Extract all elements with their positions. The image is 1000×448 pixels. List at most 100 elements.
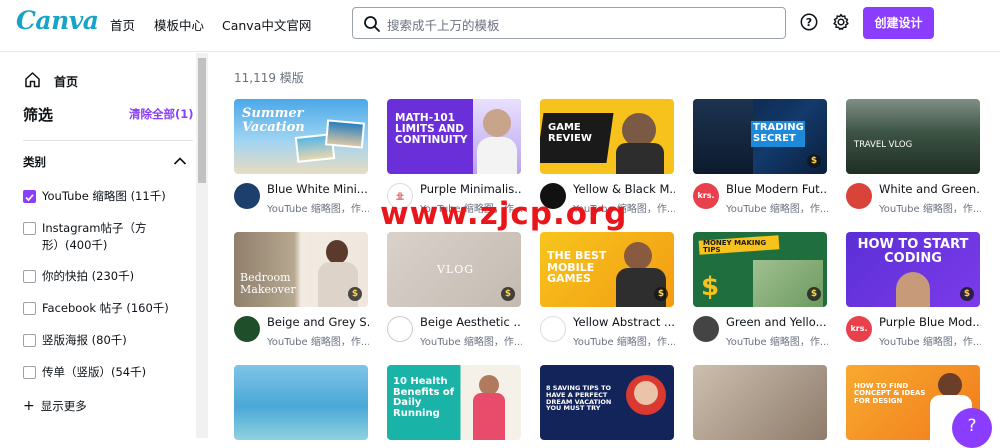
nav-template-center[interactable]: 模板中心 bbox=[154, 15, 204, 34]
thumbnail-text: 10 Health Benefits of Daily Running bbox=[393, 376, 455, 419]
option-label: 传单（竖版）(54千) bbox=[42, 365, 147, 379]
thumbnail-text: 8 SAVING TIPS TO HAVE A PERFECT DREAM VA… bbox=[546, 384, 612, 413]
thumbnail-text: MATH-101 LIMITS AND CONTINUITY bbox=[395, 112, 468, 147]
thumbnail-text: MONEY MAKING TIPS bbox=[703, 239, 767, 255]
thumbnail-text: VLOG bbox=[437, 263, 475, 276]
thumbnail-text: Bedroom Makeover bbox=[240, 271, 296, 296]
result-count: 11,119 模版 bbox=[234, 71, 304, 85]
check-icon bbox=[25, 194, 34, 202]
checkbox[interactable] bbox=[23, 302, 36, 315]
create-design-button[interactable]: 创建设计 bbox=[863, 7, 934, 39]
template-thumbnail[interactable]: GAME REVIEW bbox=[540, 99, 674, 174]
template-thumbnail[interactable]: MONEY MAKING TIPS $ $ bbox=[693, 232, 827, 307]
card-subtitle: YouTube 缩略图，作... bbox=[573, 337, 675, 348]
creator-avatar[interactable] bbox=[693, 316, 719, 342]
card-subtitle: YouTube 缩略图，作... bbox=[420, 337, 522, 348]
card-subtitle: YouTube 缩略图，作... bbox=[267, 337, 369, 348]
template-thumbnail[interactable]: MATH-101 LIMITS AND CONTINUITY bbox=[387, 99, 521, 174]
card-subtitle: YouTube 缩略图，作... bbox=[726, 337, 828, 348]
card-subtitle: YouTube 缩略图，作... bbox=[879, 337, 981, 348]
creator-avatar[interactable] bbox=[540, 316, 566, 342]
thumbnail-text: HOW TO FIND CONCEPT & IDEAS FOR DESIGN bbox=[854, 382, 926, 405]
thumbnail-text: THE BEST MOBILE GAMES bbox=[547, 249, 607, 286]
thumbnail-text: HOW TO START CODING bbox=[857, 237, 969, 266]
template-thumbnail[interactable]: Summer Vacation bbox=[234, 99, 368, 174]
template-thumbnail[interactable]: TRADING SECRET $ bbox=[693, 99, 827, 174]
option-label: Facebook 帖子 (160千) bbox=[42, 301, 169, 315]
template-results: 11,119 模版 Summer Vacation Blue White Min… bbox=[208, 53, 1000, 440]
thumbnail-text: GAME REVIEW bbox=[548, 122, 592, 144]
help-icon[interactable]: ? bbox=[800, 13, 818, 31]
card-subtitle: YouTube 缩略图，作... bbox=[879, 204, 981, 215]
card-title[interactable]: Purple Minimalis... bbox=[420, 182, 522, 196]
card-title[interactable]: Yellow Abstract ... bbox=[573, 315, 675, 329]
checkbox[interactable] bbox=[23, 334, 36, 347]
help-chat-button[interactable]: ? bbox=[952, 408, 992, 448]
option-label: Instagram帖子（方形）(400千) bbox=[42, 221, 147, 252]
canva-logo[interactable]: Canva bbox=[16, 6, 99, 35]
template-thumbnail[interactable]: HOW TO START CODING $ bbox=[846, 232, 980, 307]
template-thumbnail[interactable]: THE BEST MOBILE GAMES $ bbox=[540, 232, 674, 307]
card-title[interactable]: Beige and Grey S... bbox=[267, 315, 369, 329]
home-icon[interactable] bbox=[24, 71, 41, 88]
search-input[interactable]: 搜索成千上万的模板 bbox=[352, 7, 786, 39]
category-heading[interactable]: 类别 bbox=[23, 154, 46, 170]
show-more-label: 显示更多 bbox=[40, 399, 87, 413]
search-placeholder: 搜索成千上万的模板 bbox=[387, 18, 500, 33]
watermark-text: www.zjcp.org bbox=[380, 196, 628, 232]
pro-badge-icon: $ bbox=[348, 287, 362, 301]
settings-gear-icon[interactable] bbox=[832, 13, 850, 31]
show-more-button[interactable]: + 显示更多 bbox=[23, 398, 87, 414]
svg-text:?: ? bbox=[806, 16, 812, 29]
thumbnail-text: Summer Vacation bbox=[242, 106, 305, 135]
plus-icon: + bbox=[23, 398, 35, 414]
card-subtitle: YouTube 缩略图，作... bbox=[267, 204, 369, 215]
divider bbox=[23, 140, 193, 141]
clear-all-button[interactable]: 清除全部(1) bbox=[129, 106, 194, 122]
top-header: Canva 首页 模板中心 Canva中文官网 搜索成千上万的模板 ? 创建设计 bbox=[0, 0, 1000, 52]
checkbox[interactable] bbox=[23, 270, 36, 283]
thumbnail-text: TRAVEL VLOG bbox=[854, 140, 913, 150]
option-label: 你的快拍 (230千) bbox=[42, 269, 135, 283]
pro-badge-icon: $ bbox=[654, 287, 668, 301]
creator-avatar[interactable]: krs. bbox=[846, 316, 872, 342]
option-label: 竖版海报 (80千) bbox=[42, 333, 127, 347]
card-title[interactable]: White and Green... bbox=[879, 182, 981, 196]
template-thumbnail[interactable] bbox=[693, 365, 827, 440]
card-title[interactable]: Green and Yello... bbox=[726, 315, 828, 329]
pro-badge-icon: $ bbox=[501, 287, 515, 301]
chevron-up-icon[interactable] bbox=[173, 156, 187, 166]
template-thumbnail[interactable]: VLOG $ bbox=[387, 232, 521, 307]
creator-avatar[interactable] bbox=[387, 316, 413, 342]
thumbnail-text: TRADING SECRET bbox=[753, 122, 804, 144]
card-title[interactable]: Blue Modern Fut... bbox=[726, 182, 828, 196]
filter-title: 筛选 bbox=[23, 106, 54, 124]
card-subtitle: YouTube 缩略图，作... bbox=[726, 204, 828, 215]
template-thumbnail[interactable]: 8 SAVING TIPS TO HAVE A PERFECT DREAM VA… bbox=[540, 365, 674, 440]
creator-avatar[interactable] bbox=[234, 183, 260, 209]
nav-canva-china[interactable]: Canva中文官网 bbox=[222, 15, 311, 34]
card-title[interactable]: Blue White Mini... bbox=[267, 182, 369, 196]
filter-sidebar: 首页 筛选 清除全部(1) 类别 YouTube 缩略图 (11千) Insta… bbox=[0, 53, 208, 438]
template-thumbnail[interactable]: 10 Health Benefits of Daily Running bbox=[387, 365, 521, 440]
card-title[interactable]: Purple Blue Mod... bbox=[879, 315, 981, 329]
checkbox[interactable] bbox=[23, 366, 36, 379]
template-thumbnail[interactable]: TRAVEL VLOG bbox=[846, 99, 980, 174]
creator-avatar[interactable] bbox=[234, 316, 260, 342]
option-label: YouTube 缩略图 (11千) bbox=[42, 189, 166, 203]
sidebar-scroll-thumb[interactable] bbox=[198, 58, 206, 183]
card-title[interactable]: Yellow & Black M... bbox=[573, 182, 675, 196]
search-icon bbox=[364, 16, 380, 32]
checkbox-checked[interactable] bbox=[23, 190, 36, 203]
sidebar-home-link[interactable]: 首页 bbox=[54, 73, 78, 90]
template-thumbnail[interactable]: Bedroom Makeover $ bbox=[234, 232, 368, 307]
nav-home[interactable]: 首页 bbox=[110, 15, 135, 34]
pro-badge-icon: $ bbox=[960, 287, 974, 301]
card-title[interactable]: Beige Aesthetic ... bbox=[420, 315, 522, 329]
creator-avatar[interactable] bbox=[846, 183, 872, 209]
pro-badge-icon: $ bbox=[807, 287, 821, 301]
template-thumbnail[interactable] bbox=[234, 365, 368, 440]
checkbox[interactable] bbox=[23, 222, 36, 235]
pro-badge-icon: $ bbox=[807, 154, 821, 168]
creator-avatar[interactable]: krs. bbox=[693, 183, 719, 209]
